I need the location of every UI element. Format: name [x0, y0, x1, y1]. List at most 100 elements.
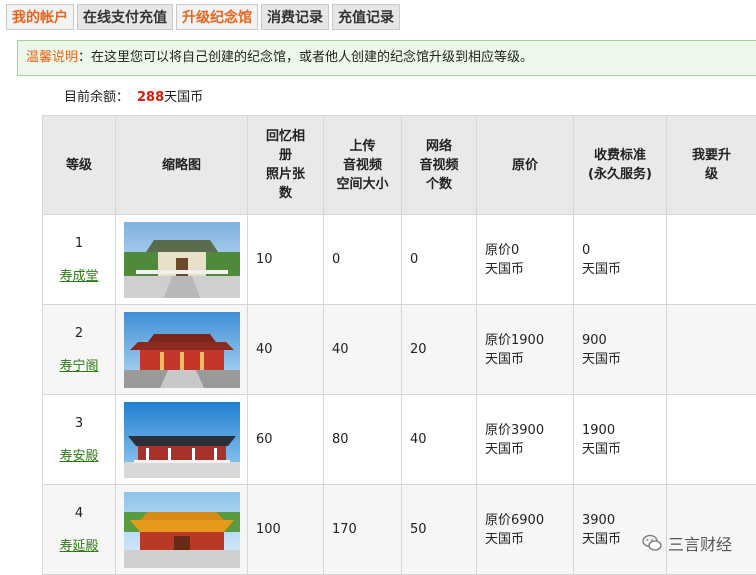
space-cell: 0 — [324, 215, 402, 305]
currency-unit: 天国币 — [485, 260, 565, 279]
currency-unit: 天国币 — [582, 350, 658, 369]
original-price: 原价6900 — [485, 511, 565, 530]
level-number: 3 — [51, 414, 107, 433]
header-fee: 收费标准 (永久服务) — [574, 116, 667, 215]
fee-cell: 1900 天国币 — [574, 395, 667, 485]
header-upgrade-line: 我要升 — [671, 146, 752, 165]
level-name-link[interactable]: 寿宁阁 — [59, 357, 98, 376]
level-cell: 4 寿延殿 — [43, 485, 116, 575]
header-space-line: 空间大小 — [328, 175, 397, 194]
original-price-cell: 原价1900 天国币 — [477, 305, 574, 395]
header-level: 等级 — [43, 116, 116, 215]
table-header-row: 等级 缩略图 回忆相 册 照片张 数 上传 音视频 空间大小 网络 音视频 个数… — [43, 116, 756, 215]
video-count-cell: 20 — [402, 305, 477, 395]
tab-recharge-records[interactable]: 充值记录 — [332, 4, 400, 30]
header-thumbnail: 缩略图 — [116, 116, 248, 215]
original-price-cell: 原价0 天国币 — [477, 215, 574, 305]
header-video-line: 个数 — [406, 175, 472, 194]
level-number: 4 — [51, 504, 107, 523]
header-photo-line: 数 — [252, 184, 319, 203]
fee-value: 900 — [582, 331, 658, 350]
fee-value: 3900 — [582, 511, 658, 530]
balance-line: 目前余额： 288天国币 — [64, 86, 203, 105]
level-name-link[interactable]: 寿安殿 — [59, 447, 98, 466]
tab-online-recharge[interactable]: 在线支付充值 — [77, 4, 173, 30]
tab-consumption-records[interactable]: 消费记录 — [261, 4, 329, 30]
photo-count-cell: 10 — [248, 215, 324, 305]
header-photo-line: 回忆相 — [252, 127, 319, 146]
header-upgrade-line: 级 — [671, 165, 752, 184]
upgrade-cell[interactable] — [667, 305, 756, 395]
header-video-count: 网络 音视频 个数 — [402, 116, 477, 215]
original-price-cell: 原价6900 天国币 — [477, 485, 574, 575]
header-fee-line: 收费标准 — [578, 146, 662, 165]
level-cell: 1 寿成堂 — [43, 215, 116, 305]
header-upgrade: 我要升 级 — [667, 116, 756, 215]
currency-unit: 天国币 — [485, 350, 565, 369]
table-row: 3 寿安殿 60 80 40 — [43, 395, 756, 485]
space-cell: 170 — [324, 485, 402, 575]
upgrade-cell[interactable] — [667, 485, 756, 575]
thumbnail-cell — [116, 215, 248, 305]
currency-unit: 天国币 — [485, 440, 565, 459]
table-row: 4 寿延殿 100 170 50 原价6900 — [43, 485, 756, 575]
thumbnail-cell — [116, 305, 248, 395]
currency-unit: 天国币 — [485, 530, 565, 549]
currency-unit: 天国币 — [582, 260, 658, 279]
currency-unit: 天国币 — [582, 440, 658, 459]
tab-upgrade-memorial[interactable]: 升级纪念馆 — [176, 4, 258, 30]
header-space-line: 上传 — [328, 137, 397, 156]
original-price: 原价0 — [485, 241, 565, 260]
thumbnail-cell — [116, 485, 248, 575]
level-name-link[interactable]: 寿成堂 — [59, 267, 98, 286]
video-count-cell: 0 — [402, 215, 477, 305]
header-photo-line: 照片张 — [252, 165, 319, 184]
balance-value: 288 — [137, 90, 164, 105]
table-row: 2 寿宁阁 40 40 20 — [43, 305, 756, 395]
memorial-thumbnail — [124, 402, 240, 478]
memorial-thumbnail — [124, 312, 240, 388]
photo-count-cell: 100 — [248, 485, 324, 575]
space-cell: 80 — [324, 395, 402, 485]
memorial-thumbnail — [124, 222, 240, 298]
header-fee-line: (永久服务) — [578, 165, 662, 184]
notice-text: ：在这里您可以将自己创建的纪念馆，或者他人创建的纪念馆升级到相应等级。 — [78, 50, 533, 65]
tab-my-account[interactable]: 我的帐户 — [6, 4, 74, 30]
fee-value: 1900 — [582, 421, 658, 440]
space-cell: 40 — [324, 305, 402, 395]
header-original-price: 原价 — [477, 116, 574, 215]
fee-cell: 3900 天国币 — [574, 485, 667, 575]
level-number: 2 — [51, 324, 107, 343]
level-number: 1 — [51, 234, 107, 253]
original-price: 原价1900 — [485, 331, 565, 350]
header-space-line: 音视频 — [328, 156, 397, 175]
level-table: 等级 缩略图 回忆相 册 照片张 数 上传 音视频 空间大小 网络 音视频 个数… — [42, 115, 756, 575]
photo-count-cell: 40 — [248, 305, 324, 395]
header-photo-line: 册 — [252, 146, 319, 165]
balance-label: 目前余额： — [64, 90, 129, 105]
fee-value: 0 — [582, 241, 658, 260]
watermark: 三言财经 — [642, 531, 732, 555]
video-count-cell: 50 — [402, 485, 477, 575]
upgrade-cell[interactable] — [667, 215, 756, 305]
memorial-thumbnail — [124, 492, 240, 568]
upgrade-cell[interactable] — [667, 395, 756, 485]
photo-count-cell: 60 — [248, 395, 324, 485]
header-photo-count: 回忆相 册 照片张 数 — [248, 116, 324, 215]
wechat-icon — [642, 534, 662, 552]
header-upload-space: 上传 音视频 空间大小 — [324, 116, 402, 215]
level-name-link[interactable]: 寿延殿 — [59, 537, 98, 556]
level-cell: 3 寿安殿 — [43, 395, 116, 485]
tab-bar: 我的帐户 在线支付充值 升级纪念馆 消费记录 充值记录 — [6, 4, 400, 32]
level-cell: 2 寿宁阁 — [43, 305, 116, 395]
original-price: 原价3900 — [485, 421, 565, 440]
notice-label: 温馨说明 — [26, 50, 78, 65]
balance-unit: 天国币 — [164, 90, 203, 105]
fee-cell: 900 天国币 — [574, 305, 667, 395]
thumbnail-cell — [116, 395, 248, 485]
header-video-line: 音视频 — [406, 156, 472, 175]
table-row: 1 寿成堂 10 0 0 原价0 — [43, 215, 756, 305]
notice-box: 温馨说明：在这里您可以将自己创建的纪念馆，或者他人创建的纪念馆升级到相应等级。 — [17, 40, 756, 76]
video-count-cell: 40 — [402, 395, 477, 485]
header-video-line: 网络 — [406, 137, 472, 156]
